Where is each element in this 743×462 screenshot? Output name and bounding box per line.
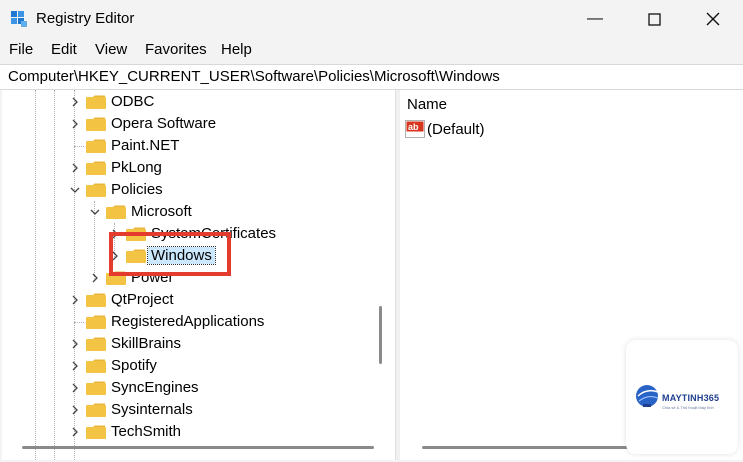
chevron-right-icon[interactable]	[67, 355, 83, 377]
chevron-right-icon[interactable]	[67, 157, 83, 179]
tree-guide-line	[74, 322, 84, 323]
chevron-right-icon[interactable]	[67, 289, 83, 311]
title-bar: Registry Editor —	[0, 0, 743, 38]
tree-item-label: QtProject	[111, 291, 174, 308]
address-path: Computer\HKEY_CURRENT_USER\Software\Poli…	[8, 68, 500, 85]
chevron-right-icon[interactable]	[67, 421, 83, 443]
tree-item-label: TechSmith	[111, 423, 182, 440]
registry-editor-icon	[11, 11, 27, 27]
menu-favorites[interactable]: Favorites	[145, 41, 207, 58]
window-title: Registry Editor	[36, 10, 135, 27]
svg-text:ab: ab	[408, 122, 419, 132]
tree-item-label: Microsoft	[131, 203, 192, 220]
folder-icon	[86, 95, 106, 109]
tree-item-odbc[interactable]: ODBC	[2, 91, 392, 113]
menu-help[interactable]: Help	[221, 41, 252, 58]
folder-icon	[86, 315, 106, 329]
tree-item-syncengines[interactable]: SyncEngines	[2, 377, 392, 399]
folder-icon	[86, 117, 106, 131]
folder-icon	[86, 293, 106, 307]
tree-horizontal-scrollbar[interactable]	[22, 446, 374, 449]
highlight-annotation-box	[109, 232, 231, 276]
folder-open-icon	[86, 183, 106, 197]
tree-item-label: Opera Software	[111, 115, 217, 132]
column-header-name[interactable]: Name	[407, 96, 447, 113]
folder-icon	[86, 425, 106, 439]
string-value-icon: ab	[405, 120, 425, 138]
tree-item-label: Paint.NET	[111, 137, 180, 154]
chevron-right-icon[interactable]	[67, 91, 83, 113]
tree-item-label: SyncEngines	[111, 379, 199, 396]
tree-item-registeredapplications[interactable]: RegisteredApplications	[2, 311, 392, 333]
tree-item-label: RegisteredApplications	[111, 313, 265, 330]
tree-item-techsmith[interactable]: TechSmith	[2, 421, 392, 443]
close-icon	[706, 12, 720, 26]
tree-item-opera-software[interactable]: Opera Software	[2, 113, 392, 135]
tree-item-skillbrains[interactable]: SkillBrains	[2, 333, 392, 355]
folder-icon	[86, 359, 106, 373]
watermark-brand: MAYTINH365	[662, 393, 720, 403]
tree-item-policies[interactable]: Policies	[2, 179, 392, 201]
chevron-right-icon[interactable]	[67, 113, 83, 135]
tree-item-label: Spotify	[111, 357, 157, 374]
tree-item-label: PkLong	[111, 159, 162, 176]
watermark-logo: MAYTINH365 Chia sẻ & Thủ thuật Máy tính	[626, 340, 738, 454]
tree-item-label: Policies	[111, 181, 163, 198]
tree-vertical-scrollbar[interactable]	[379, 306, 382, 364]
chevron-right-icon[interactable]	[67, 377, 83, 399]
menu-bar: File Edit View Favorites Help	[0, 38, 743, 62]
tree-item-label: ODBC	[111, 93, 155, 110]
minimize-button[interactable]: —	[565, 0, 625, 38]
minimize-icon: —	[587, 10, 603, 27]
folder-open-icon	[106, 205, 126, 219]
maximize-icon	[647, 12, 661, 26]
menu-file[interactable]: File	[9, 41, 33, 58]
chevron-right-icon[interactable]	[67, 399, 83, 421]
close-button[interactable]	[683, 0, 743, 38]
folder-icon	[86, 161, 106, 175]
folder-icon	[86, 139, 106, 153]
folder-icon	[86, 337, 106, 351]
chevron-down-icon[interactable]	[87, 201, 103, 223]
tree-item-label: SkillBrains	[111, 335, 182, 352]
tree-guide-line	[74, 146, 84, 147]
folder-icon	[86, 403, 106, 417]
tree-item-sysinternals[interactable]: Sysinternals	[2, 399, 392, 421]
chevron-down-icon[interactable]	[67, 179, 83, 201]
folder-icon	[86, 381, 106, 395]
maximize-button[interactable]	[624, 0, 684, 38]
chevron-right-icon[interactable]	[67, 333, 83, 355]
tree-item-label: Sysinternals	[111, 401, 193, 418]
value-name: (Default)	[427, 121, 485, 138]
tree-item-qtproject[interactable]: QtProject	[2, 289, 392, 311]
menu-view[interactable]: View	[95, 41, 127, 58]
tree-item-spotify[interactable]: Spotify	[2, 355, 392, 377]
chevron-right-icon[interactable]	[87, 267, 103, 289]
address-bar[interactable]: Computer\HKEY_CURRENT_USER\Software\Poli…	[0, 64, 743, 90]
watermark-tagline: Chia sẻ & Thủ thuật Máy tính	[662, 405, 714, 410]
tree-item-microsoft[interactable]: Microsoft	[2, 201, 392, 223]
menu-edit[interactable]: Edit	[51, 41, 77, 58]
tree-item-paint-net[interactable]: Paint.NET	[2, 135, 392, 157]
globe-icon	[636, 385, 659, 407]
tree-item-pklong[interactable]: PkLong	[2, 157, 392, 179]
